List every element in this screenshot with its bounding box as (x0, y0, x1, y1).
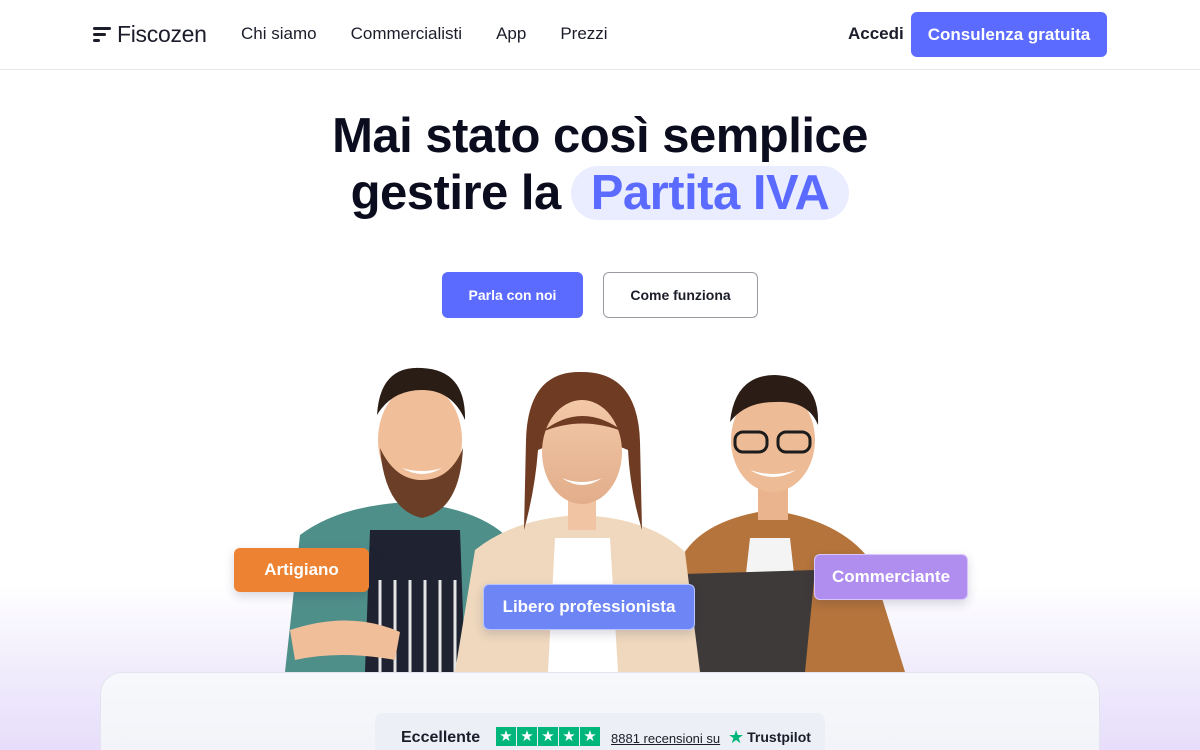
star-icon: ★ (538, 727, 558, 746)
tag-libero-professionista: Libero professionista (483, 584, 695, 630)
how-it-works-button[interactable]: Come funziona (603, 272, 758, 318)
nav-link-chi-siamo[interactable]: Chi siamo (241, 24, 317, 44)
tag-artigiano: Artigiano (234, 548, 369, 592)
trustpilot-star-icon: ★ (728, 727, 745, 747)
fiscozen-logo-mark-icon (93, 25, 111, 43)
top-navbar: Fiscozen Chi siamo Commercialisti App Pr… (0, 0, 1200, 70)
rating-stars: ★ ★ ★ ★ ★ (496, 727, 600, 746)
hero-title-line2: gestire la (350, 166, 562, 220)
logo-text: Fiscozen (117, 20, 207, 47)
nav-link-commercialisti[interactable]: Commercialisti (351, 24, 462, 44)
hero-title-line1: Mai stato così semplice (332, 109, 868, 163)
star-icon: ★ (580, 727, 600, 746)
fiscozen-logo[interactable]: Fiscozen (93, 20, 207, 48)
star-icon: ★ (517, 727, 537, 746)
trustpilot-name: Trustpilot (747, 729, 811, 745)
hero-title-highlight: Partita IVA (570, 166, 850, 220)
nav-link-prezzi[interactable]: Prezzi (560, 24, 607, 44)
trustpilot-logo[interactable]: ★ Trustpilot (728, 728, 811, 746)
free-consultation-button[interactable]: Consulenza gratuita (911, 12, 1107, 57)
login-link[interactable]: Accedi (848, 24, 904, 44)
nav-link-app[interactable]: App (496, 24, 526, 44)
talk-to-us-button[interactable]: Parla con noi (442, 272, 583, 318)
star-icon: ★ (496, 727, 516, 746)
star-icon: ★ (559, 727, 579, 746)
hero-title: Mai stato così semplice gestire la Partit… (0, 108, 1200, 222)
nav-links: Chi siamo Commercialisti App Prezzi (241, 24, 608, 44)
rating-label: Eccellente (401, 729, 481, 746)
review-count-link[interactable]: 8881 recensioni su (611, 731, 720, 746)
tag-commerciante: Commerciante (814, 554, 968, 600)
